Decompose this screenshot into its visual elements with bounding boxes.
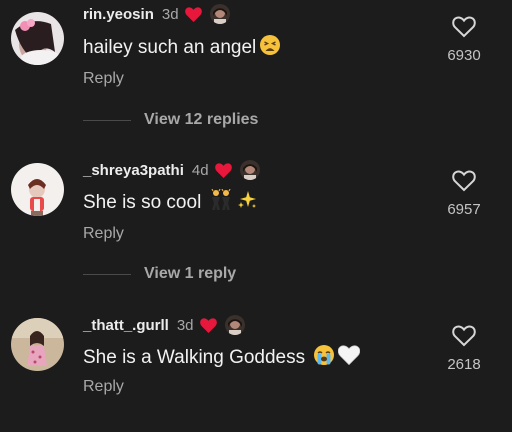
divider	[83, 273, 131, 275]
like-count: 6957	[447, 201, 481, 218]
comment-age: 3d	[176, 316, 194, 334]
creator-avatar	[209, 4, 230, 24]
avatar[interactable]	[11, 318, 64, 371]
creator-heart-icon	[184, 6, 202, 22]
heart-outline-icon[interactable]	[452, 325, 476, 347]
like-count: 6930	[447, 47, 481, 64]
creator-avatar	[239, 160, 260, 180]
crying-face-icon	[313, 344, 335, 372]
creator-heart-icon	[214, 162, 232, 178]
like-control: 6930	[436, 16, 492, 64]
reply-button[interactable]: Reply	[83, 70, 124, 88]
reply-button[interactable]: Reply	[83, 378, 124, 396]
view-replies-label: View 12 replies	[144, 111, 259, 128]
comment-item: _thatt_.gurll 3d She is a Walking Goddes…	[0, 310, 512, 420]
comment-body: She is a Walking Goddess	[83, 347, 306, 368]
weary-face-icon	[259, 34, 281, 62]
avatar[interactable]	[11, 12, 64, 65]
like-control: 2618	[436, 325, 492, 373]
view-replies-label: View 1 reply	[144, 265, 237, 282]
divider	[83, 119, 131, 121]
like-count: 2618	[447, 356, 481, 373]
dancers-icon	[209, 188, 233, 217]
avatar[interactable]	[11, 163, 64, 216]
reply-button[interactable]: Reply	[83, 225, 124, 243]
comment-age: 3d	[161, 5, 179, 23]
heart-outline-icon[interactable]	[452, 170, 476, 192]
comment-body: She is so cool	[83, 192, 202, 213]
comment-header: _thatt_.gurll 3d	[83, 313, 245, 337]
heart-outline-icon[interactable]	[452, 16, 476, 38]
creator-avatar	[224, 315, 245, 335]
comment-body: hailey such an angel	[83, 37, 257, 58]
username[interactable]: _thatt_.gurll	[83, 317, 169, 334]
creator-heart-icon	[199, 317, 217, 333]
comment-text: hailey such an angel	[83, 34, 281, 62]
comment-item: rin.yeosin 3d hailey such an angel Reply…	[0, 0, 512, 110]
comment-item: _shreya3pathi 4d She is so cool Reply 69…	[0, 155, 512, 265]
white-heart-icon	[338, 345, 361, 371]
comment-text: She is a Walking Goddess	[83, 344, 361, 372]
like-control: 6957	[436, 170, 492, 218]
username[interactable]: _shreya3pathi	[83, 162, 184, 179]
sparkles-icon	[236, 189, 258, 217]
view-replies-button[interactable]: View 1 reply	[83, 264, 236, 284]
comment-header: _shreya3pathi 4d	[83, 158, 260, 182]
comment-text: She is so cool	[83, 188, 258, 217]
username[interactable]: rin.yeosin	[83, 6, 154, 23]
view-replies-button[interactable]: View 12 replies	[83, 110, 258, 130]
comment-header: rin.yeosin 3d	[83, 2, 230, 26]
comment-age: 4d	[191, 161, 209, 179]
